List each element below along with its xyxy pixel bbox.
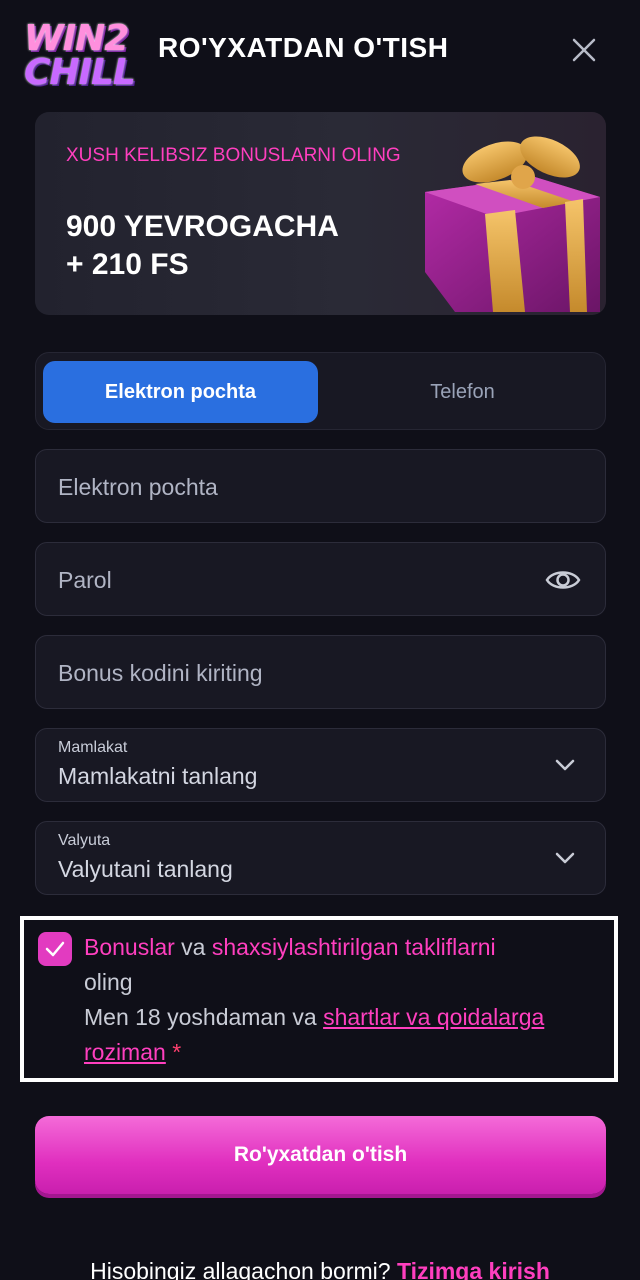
consent-and: va — [174, 934, 212, 960]
personalized-offers-link[interactable]: shaxsiylashtirilgan takliflarni — [212, 934, 496, 960]
country-value: Mamlakatni tanlang — [58, 763, 258, 789]
password-field[interactable]: Parol — [35, 542, 606, 616]
checkmark-icon — [45, 941, 65, 957]
bonuses-link[interactable]: Bonuslar — [84, 934, 175, 960]
bonus-code-placeholder: Bonus kodini kiriting — [58, 660, 263, 686]
chevron-down-icon — [553, 755, 577, 775]
consent-section: Bonuslar va shaxsiylashtirilgan taklifla… — [20, 916, 618, 1082]
country-label: Mamlakat — [58, 739, 128, 756]
logo-line-1: WIN2 — [24, 18, 129, 59]
banner-headline: 900 YEVROGACHA + 210 FS — [66, 208, 406, 284]
chevron-down-icon — [553, 848, 577, 868]
eye-icon[interactable] — [545, 565, 581, 595]
header: WIN2 CHILL RO'YXATDAN O'TISH — [0, 0, 640, 104]
country-select[interactable]: Mamlakat Mamlakatni tanlang — [35, 728, 606, 802]
currency-label: Valyuta — [58, 832, 111, 849]
email-placeholder: Elektron pochta — [58, 474, 218, 500]
banner-headline-line-2: + 210 FS — [66, 248, 189, 281]
footer-login-prompt: Hisobingiz allaqachon bormi? Tizimga kir… — [0, 1258, 640, 1280]
consent-get-text: oling — [84, 969, 133, 995]
login-link[interactable]: Tizimga kirish — [397, 1258, 550, 1280]
tab-phone[interactable]: Telefon — [325, 361, 600, 423]
required-mark: * — [165, 1039, 182, 1065]
banner-subtitle: XUSH KELIBSIZ BONUSLARNI OLING — [66, 145, 401, 166]
gift-box-icon — [415, 122, 605, 312]
welcome-bonus-banner: XUSH KELIBSIZ BONUSLARNI OLING 900 YEVRO… — [35, 112, 606, 315]
currency-select[interactable]: Valyuta Valyutani tanlang — [35, 821, 606, 895]
logo-line-2: CHILL — [24, 52, 136, 93]
consent-text: Bonuslar va shaxsiylashtirilgan taklifla… — [84, 930, 584, 1070]
age-confirmation-text: Men 18 yoshdaman va — [84, 1004, 324, 1030]
currency-value: Valyutani tanlang — [58, 856, 233, 882]
page-title: RO'YXATDAN O'TISH — [158, 32, 449, 63]
register-button[interactable]: Ro'yxatdan o'tish — [35, 1116, 606, 1194]
tab-email[interactable]: Elektron pochta — [43, 361, 318, 423]
bonus-code-field[interactable]: Bonus kodini kiriting — [35, 635, 606, 709]
email-field[interactable]: Elektron pochta — [35, 449, 606, 523]
password-placeholder: Parol — [58, 567, 112, 593]
consent-checkbox[interactable] — [38, 932, 72, 966]
logo: WIN2 CHILL — [24, 18, 154, 96]
banner-headline-line-1: 900 YEVROGACHA — [66, 210, 339, 243]
signup-method-tabs: Elektron pochta Telefon — [35, 352, 606, 430]
close-icon[interactable] — [566, 32, 602, 68]
footer-question: Hisobingiz allaqachon bormi? — [90, 1258, 391, 1280]
